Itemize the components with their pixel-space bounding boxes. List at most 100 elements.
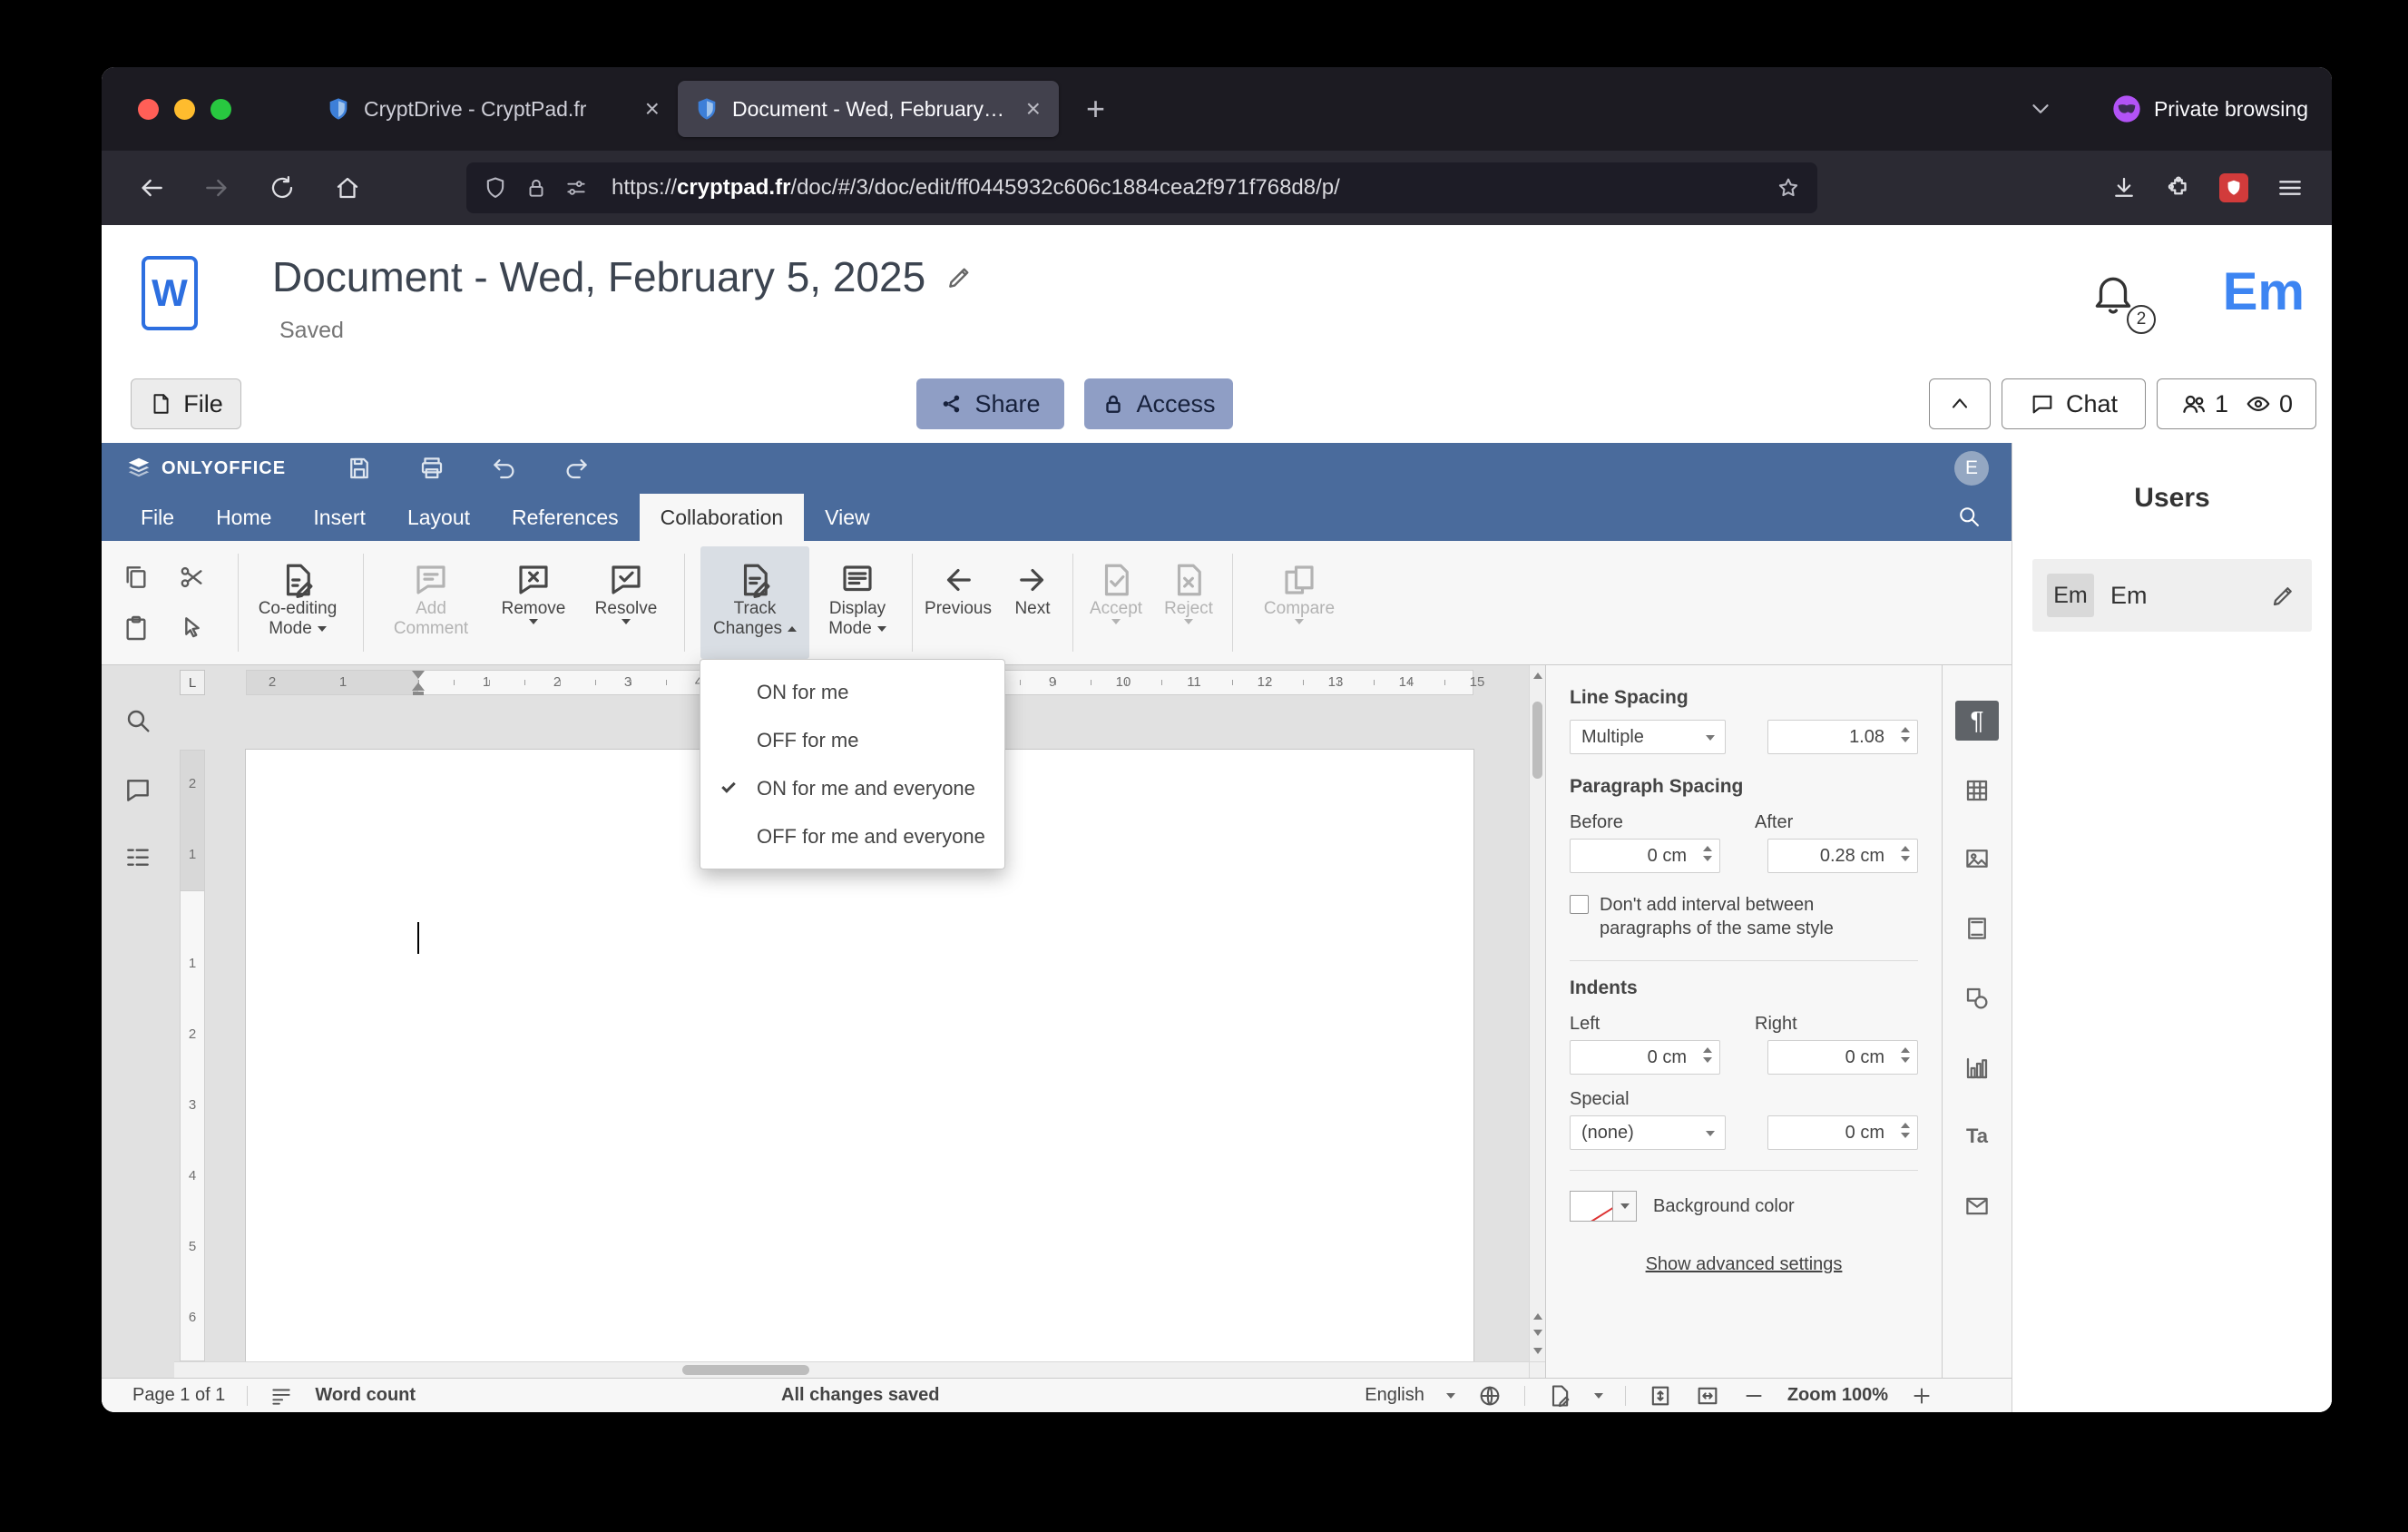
spellcheck-globe-icon[interactable]: [1477, 1383, 1503, 1409]
chat-button[interactable]: Chat: [2002, 378, 2146, 429]
left-indent-marker[interactable]: [412, 683, 425, 691]
close-tab-icon[interactable]: ×: [1023, 96, 1044, 122]
scroll-up-arrow[interactable]: [1533, 673, 1542, 679]
zoom-level[interactable]: Zoom 100%: [1787, 1385, 1888, 1406]
vertical-scrollbar[interactable]: [1529, 665, 1545, 1361]
document-title[interactable]: Document - Wed, February 5, 2025: [272, 252, 925, 301]
comments-panel-icon[interactable]: [118, 771, 158, 810]
color-dropdown-icon[interactable]: [1613, 1191, 1637, 1222]
word-count-label[interactable]: Word count: [315, 1385, 416, 1406]
track-changes-button[interactable]: Track Changes: [700, 546, 809, 659]
access-button[interactable]: Access: [1084, 378, 1233, 429]
spin-up-icon[interactable]: [1703, 846, 1712, 851]
oo-menu-tab[interactable]: Layout: [387, 494, 491, 541]
browser-tab-cryptdrive[interactable]: CryptDrive - CryptPad.fr ×: [309, 81, 678, 137]
display-mode-button[interactable]: Display Mode: [814, 546, 901, 659]
file-menu-button[interactable]: File: [131, 378, 241, 429]
paste-icon[interactable]: [122, 614, 152, 644]
user-avatar[interactable]: Em: [2223, 261, 2305, 322]
users-count-button[interactable]: 1 0: [2157, 378, 2316, 429]
line-spacing-select[interactable]: Multiple: [1570, 720, 1726, 754]
text-art-settings-tab[interactable]: Ta: [1955, 1116, 1999, 1156]
extensions-icon[interactable]: [2165, 174, 2192, 201]
chart-settings-tab[interactable]: [1955, 1048, 1999, 1088]
color-swatch-none[interactable]: [1570, 1191, 1613, 1222]
remove-comments-button[interactable]: Remove: [487, 546, 580, 659]
spin-down-icon[interactable]: [1901, 856, 1910, 861]
select-all-icon[interactable]: [178, 614, 209, 644]
reload-button[interactable]: [259, 165, 305, 211]
downloads-icon[interactable]: [2110, 174, 2138, 201]
spin-down-icon[interactable]: [1901, 1057, 1910, 1063]
background-color-picker[interactable]: [1570, 1191, 1637, 1222]
horizontal-scroll-thumb[interactable]: [682, 1365, 809, 1375]
ublock-origin-icon[interactable]: [2219, 173, 2248, 202]
tab-stop-selector[interactable]: L: [180, 670, 205, 695]
oo-menu-tab[interactable]: Collaboration: [639, 494, 805, 541]
spin-down-icon[interactable]: [1703, 856, 1712, 861]
fit-page-icon[interactable]: [1648, 1383, 1673, 1409]
zoom-out-button[interactable]: [1742, 1384, 1766, 1408]
previous-page-arrow[interactable]: [1533, 1313, 1542, 1320]
image-settings-tab[interactable]: [1955, 839, 1999, 879]
lock-icon[interactable]: [524, 176, 548, 200]
spacing-after-spinner[interactable]: 0.28 cm: [1767, 839, 1918, 873]
no-interval-checkbox[interactable]: [1570, 895, 1589, 914]
address-bar[interactable]: https://cryptpad.fr/doc/#/3/doc/edit/ff0…: [466, 162, 1817, 213]
show-advanced-settings-link[interactable]: Show advanced settings: [1570, 1254, 1918, 1275]
compare-button[interactable]: Compare: [1254, 546, 1345, 659]
find-icon[interactable]: [118, 701, 158, 741]
page-indicator[interactable]: Page 1 of 1: [132, 1385, 225, 1406]
rename-pencil-icon[interactable]: [945, 262, 974, 291]
cut-icon[interactable]: [178, 563, 209, 594]
spin-down-icon[interactable]: [1703, 1057, 1712, 1063]
print-button[interactable]: [418, 455, 449, 484]
indent-right-spinner[interactable]: 0 cm: [1767, 1040, 1918, 1075]
next-page-arrow[interactable]: [1533, 1330, 1542, 1336]
table-settings-tab[interactable]: [1955, 771, 1999, 810]
oo-menu-tab[interactable]: Insert: [292, 494, 387, 541]
forward-button[interactable]: [194, 165, 240, 211]
home-button[interactable]: [325, 165, 370, 211]
notifications-button[interactable]: 2: [2089, 269, 2156, 334]
coediting-mode-button[interactable]: Co-editing Mode: [245, 546, 350, 659]
oo-menu-tab[interactable]: References: [491, 494, 640, 541]
minimize-window-button[interactable]: [174, 98, 195, 120]
spin-down-icon[interactable]: [1901, 1133, 1910, 1138]
mail-merge-settings-tab[interactable]: [1955, 1186, 1999, 1226]
spin-up-icon[interactable]: [1703, 1047, 1712, 1053]
copy-icon[interactable]: [122, 563, 152, 594]
track-changes-menu-item[interactable]: OFF for me: [700, 716, 1004, 764]
navigation-headings-icon[interactable]: [118, 839, 158, 879]
next-change-button[interactable]: Next: [1002, 546, 1063, 659]
previous-change-button[interactable]: Previous: [920, 546, 996, 659]
new-tab-button[interactable]: +: [1075, 93, 1116, 125]
paragraph-settings-tab[interactable]: ¶: [1955, 701, 1999, 741]
line-spacing-value-spinner[interactable]: 1.08: [1767, 720, 1918, 754]
spacing-before-spinner[interactable]: 0 cm: [1570, 839, 1720, 873]
close-tab-icon[interactable]: ×: [641, 96, 663, 122]
spin-up-icon[interactable]: [1901, 1123, 1910, 1128]
maximize-window-button[interactable]: [210, 98, 231, 120]
oo-menu-tab[interactable]: File: [120, 494, 195, 541]
headers-footers-settings-tab[interactable]: [1955, 908, 1999, 948]
fit-width-icon[interactable]: [1695, 1383, 1720, 1409]
special-indent-select[interactable]: (none): [1570, 1115, 1726, 1150]
menu-hamburger-icon[interactable]: [2276, 173, 2305, 202]
oo-menu-tab[interactable]: Home: [195, 494, 292, 541]
spin-up-icon[interactable]: [1901, 727, 1910, 732]
track-changes-menu-item[interactable]: ON for me and everyone: [700, 764, 1004, 812]
redo-button[interactable]: [563, 455, 593, 484]
tracking-shield-icon[interactable]: [483, 175, 508, 201]
first-line-indent-marker[interactable]: [412, 671, 425, 679]
share-button[interactable]: Share: [916, 378, 1064, 429]
track-changes-menu-item[interactable]: OFF for me and everyone: [700, 812, 1004, 860]
bookmark-star-icon[interactable]: [1776, 175, 1801, 201]
back-button[interactable]: [129, 165, 174, 211]
editor-user-avatar[interactable]: E: [1954, 451, 1989, 486]
special-indent-spinner[interactable]: 0 cm: [1767, 1115, 1918, 1150]
editor-search-icon[interactable]: [1956, 504, 1982, 529]
reject-change-button[interactable]: Reject: [1156, 546, 1221, 659]
resolve-comments-button[interactable]: Resolve: [582, 546, 670, 659]
accept-change-button[interactable]: Accept: [1082, 546, 1150, 659]
